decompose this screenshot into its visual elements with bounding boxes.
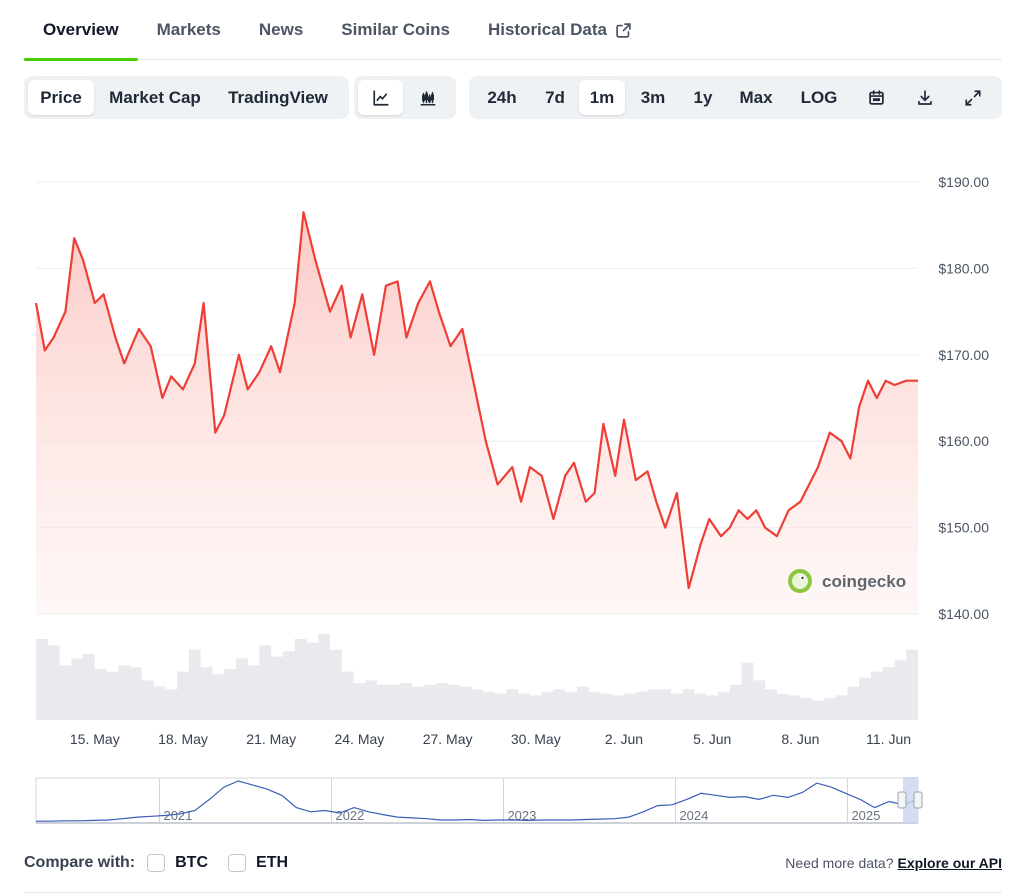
log-scale-button[interactable]: LOG — [787, 80, 851, 115]
coingecko-watermark: coingecko — [788, 569, 906, 593]
range-1m-button[interactable]: 1m — [579, 80, 625, 115]
tab-similar-coins[interactable]: Similar Coins — [341, 0, 450, 60]
range-group: 24h 7d 1m 3m 1y Max LOG — [469, 76, 1002, 119]
tab-similar-coins-label: Similar Coins — [341, 20, 450, 39]
x-tick-label: 2. Jun — [605, 731, 643, 747]
more-data-section: Need more data? Explore our API — [785, 852, 1002, 874]
candlestick-button[interactable] — [403, 80, 452, 115]
market-cap-button[interactable]: Market Cap — [94, 80, 216, 115]
y-axis-labels: $190.00 $180.00 $170.00 $160.00 $150.00 $140.… — [938, 174, 989, 622]
bottom-divider — [24, 892, 1002, 893]
compare-eth-label: ETH — [256, 854, 289, 871]
x-tick-label: 11. Jun — [866, 731, 911, 747]
range-3m-button[interactable]: 3m — [625, 80, 681, 115]
range-max-button[interactable]: Max — [725, 80, 787, 115]
y-tick-label: $170.00 — [938, 347, 989, 363]
x-tick-label: 24. May — [334, 731, 384, 747]
area-layer — [36, 212, 918, 614]
tab-bar: Overview Markets News Similar Coins Hist… — [24, 0, 1002, 61]
y-tick-label: $160.00 — [938, 433, 989, 449]
price-button-label: Price — [40, 87, 82, 107]
y-tick-label: $140.00 — [938, 606, 989, 622]
x-tick-label: 30. May — [511, 731, 561, 747]
y-tick-label: $180.00 — [938, 260, 989, 276]
tab-overview[interactable]: Overview — [24, 0, 138, 61]
expand-icon — [965, 89, 981, 106]
tradingview-button[interactable]: TradingView — [216, 80, 340, 115]
tab-markets[interactable]: Markets — [157, 0, 221, 60]
x-tick-label: 18. May — [158, 731, 208, 747]
compare-section: Compare with: BTC ETH — [24, 852, 308, 874]
tab-news[interactable]: News — [259, 0, 303, 60]
range-1m-label: 1m — [589, 87, 615, 107]
x-tick-label: 21. May — [246, 731, 296, 747]
price-button[interactable]: Price — [28, 80, 94, 115]
y-tick-label: $190.00 — [938, 174, 989, 190]
price-chart[interactable]: $190.00 $180.00 $170.00 $160.00 $150.00 $140.… — [0, 120, 1024, 760]
navigator-layer: 2021 2022 2023 2024 2025 — [35, 777, 919, 824]
range-24h-button[interactable]: 24h — [473, 80, 531, 115]
navigator-year-label: 2025 — [851, 808, 880, 823]
compare-btc-label: BTC — [175, 854, 209, 871]
range-max-label: Max — [739, 87, 773, 107]
tradingview-button-label: TradingView — [228, 87, 328, 107]
range-1y-button[interactable]: 1y — [681, 80, 725, 115]
chart-view-group — [354, 76, 456, 119]
volume-layer — [36, 633, 918, 720]
x-axis-labels: 15. May 18. May 21. May 24. May 27. May 30. M… — [70, 731, 911, 747]
navigator-right-handle[interactable] — [913, 791, 923, 809]
fullscreen-button[interactable] — [949, 80, 997, 115]
x-tick-label: 27. May — [423, 731, 473, 747]
volume-area — [36, 633, 918, 720]
tab-overview-label: Overview — [43, 20, 119, 39]
more-data-text: Need more data? — [785, 855, 894, 871]
y-tick-label: $150.00 — [938, 520, 989, 536]
range-7d-label: 7d — [545, 87, 565, 107]
log-scale-label: LOG — [800, 87, 838, 107]
range-navigator[interactable]: 2021 2022 2023 2024 2025 — [0, 770, 1024, 830]
compare-eth-checkbox[interactable]: ETH — [228, 854, 288, 872]
checkbox-box[interactable] — [228, 854, 247, 872]
x-tick-label: 8. Jun — [781, 731, 819, 747]
download-icon — [918, 89, 932, 105]
tab-markets-label: Markets — [156, 20, 221, 39]
compare-label: Compare with: — [24, 854, 136, 871]
calendar-button[interactable] — [851, 80, 901, 115]
download-button[interactable] — [901, 80, 949, 115]
candlestick-icon — [420, 90, 435, 105]
line-chart-button[interactable] — [358, 80, 403, 115]
tab-historical-data-label: Historical Data — [487, 20, 607, 39]
navigator-left-handle[interactable] — [897, 791, 907, 809]
checkbox-box[interactable] — [147, 854, 166, 872]
explore-api-link[interactable]: Explore our API — [897, 855, 1002, 871]
x-tick-label: 5. Jun — [693, 731, 731, 747]
navigator-year-label: 2024 — [679, 808, 708, 823]
range-24h-label: 24h — [487, 87, 517, 107]
navigator-year-label: 2022 — [335, 808, 364, 823]
line-chart-icon — [372, 89, 389, 106]
market-cap-button-label: Market Cap — [109, 87, 201, 107]
range-7d-button[interactable]: 7d — [531, 80, 579, 115]
external-link-icon — [615, 22, 632, 39]
tab-historical-data[interactable]: Historical Data — [488, 0, 632, 60]
price-area-fill — [36, 212, 918, 614]
x-tick-label: 15. May — [70, 731, 120, 747]
range-1y-label: 1y — [693, 87, 713, 107]
calendar-icon — [868, 90, 884, 105]
chart-type-group: Price Market Cap TradingView — [24, 76, 349, 119]
tab-news-label: News — [258, 20, 304, 39]
watermark-text: coingecko — [822, 572, 906, 591]
compare-btc-checkbox[interactable]: BTC — [147, 854, 208, 872]
range-3m-label: 3m — [640, 87, 666, 107]
